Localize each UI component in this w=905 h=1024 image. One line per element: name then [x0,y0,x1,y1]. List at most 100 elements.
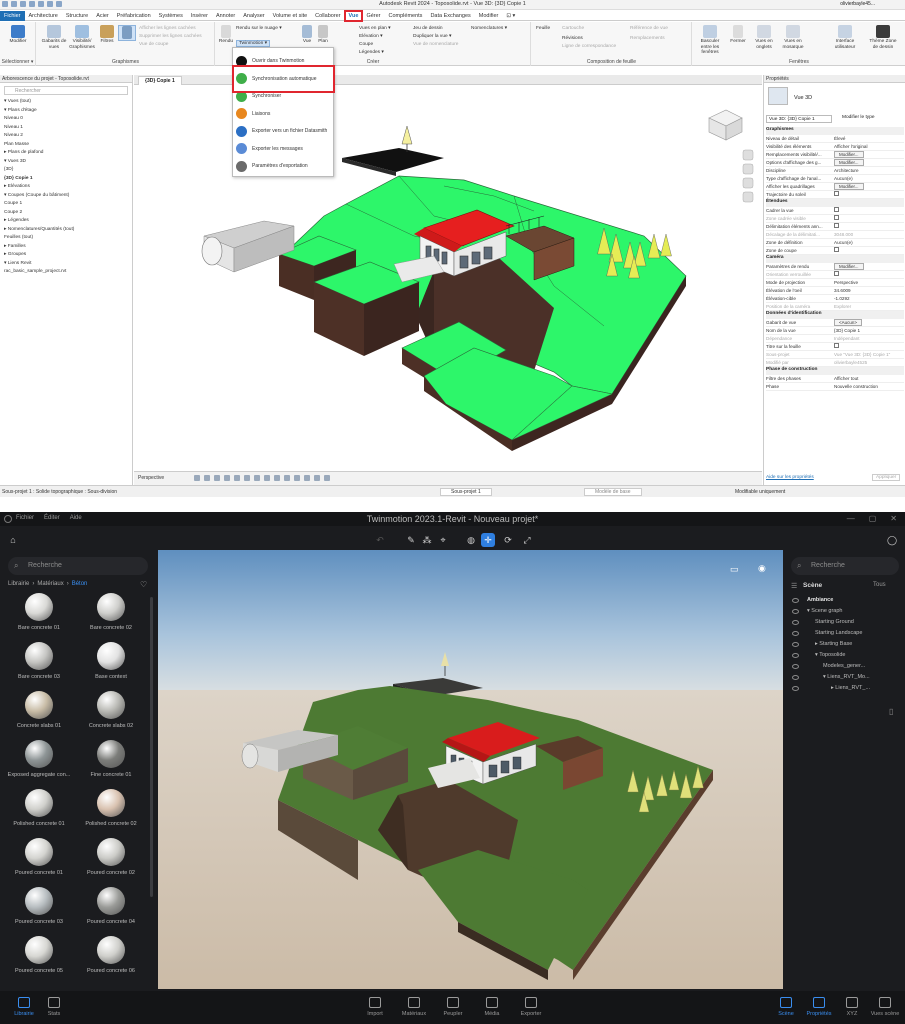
move-icon[interactable]: ✛ [481,533,495,547]
menu-item-6[interactable]: Paramètres d'exportation [236,159,308,173]
pan-icon[interactable] [742,191,754,203]
property-section[interactable]: Données d'identification [766,311,904,319]
view-control-icon[interactable] [274,475,280,481]
legends-button[interactable]: Légendes ▾ [359,50,384,55]
material-card[interactable]: Exposed aggregate con... [4,740,74,778]
visibility-graphics-button[interactable]: Visibilité/ Graphismes [69,25,95,50]
property-edit-button[interactable]: Modifier... [834,262,864,271]
bottom-button-Média[interactable]: Média [472,997,512,1017]
property-value[interactable]: Afficher l'original [834,144,904,149]
bottom-button-Stats[interactable]: Stats [34,997,74,1017]
picker-icon[interactable]: ⌖ [436,533,450,547]
menu-item-4[interactable]: Exporter vers un fichier Datasmith [236,124,327,138]
property-row[interactable]: Paramètres de rendu Modifier... [766,262,904,271]
cloud-render-button[interactable]: Rendu sur le nuage ▾ [236,26,282,31]
scene-node[interactable]: ▸ Starting Base [785,639,905,650]
property-value[interactable] [834,343,904,349]
property-value[interactable]: Architecture [834,168,904,173]
property-row[interactable]: Gabarit de vue <Aucun> [766,318,904,327]
bottom-button-Exporter[interactable]: Exporter [511,997,551,1017]
property-section[interactable]: Étendues [766,199,904,207]
scale-icon[interactable]: ⤢ [520,533,534,547]
tree-item[interactable]: Niveau 0 [4,115,132,124]
scatter-icon[interactable]: ⁂ [420,533,434,547]
visibility-eye-icon[interactable] [792,664,799,669]
tile-views-button[interactable]: Vues en mosaïque [779,25,807,50]
view-cube[interactable] [708,109,743,141]
checkbox[interactable] [834,207,839,213]
filters-button[interactable]: Filtres [97,25,117,45]
tree-item[interactable]: ▾ Vues 3D [4,158,132,167]
view-control-icon[interactable] [314,475,320,481]
cut-profile[interactable]: Vue de coupe [139,42,168,47]
property-section[interactable]: Caméra [766,255,904,263]
property-row[interactable]: Orientation verrouillée [766,271,904,279]
visibility-icon[interactable]: ◉ [758,563,766,574]
twinmotion-dropdown[interactable]: Twinmotion ▾ [236,40,271,47]
scene-node[interactable]: Modeles_gener... [785,661,905,672]
view-button[interactable]: Vue [300,25,314,45]
property-value[interactable]: <Aucun> [834,318,904,327]
property-section[interactable]: Phase de construction [766,367,904,375]
replacements-button[interactable]: Remplacements [630,36,665,41]
apply-button[interactable]: Appliquer [872,474,901,481]
scene-graph-tree[interactable]: Ambiance ▾ Scene graph Starting Ground Star… [785,595,905,715]
property-row[interactable]: Nom de la vue {3D} Copie 1 [766,327,904,335]
property-row[interactable]: Niveau de détail Élevé [766,135,904,143]
property-row[interactable]: Filtre des phases Afficher tout [766,375,904,383]
ribbon-tab-14[interactable]: Data Exchanges [426,11,474,21]
property-row[interactable]: Sous-projet Vue "Vue 3D: {3D} Copie 1" [766,351,904,359]
checkbox[interactable] [834,247,839,253]
property-row[interactable]: Modifié par olivierbayle4525 [766,359,904,367]
property-row[interactable]: Phase Nouvelle construction [766,383,904,391]
paint-icon[interactable]: ✎ [404,533,418,547]
canvas-theme-button[interactable]: Thème Zone de dessin [867,25,899,50]
material-card[interactable]: Concrete slabs 01 [4,691,74,729]
material-card[interactable]: Poured concrete 02 [76,838,146,876]
material-card[interactable]: Fine concrete 01 [76,740,146,778]
tree-item[interactable]: {3D} [4,166,132,175]
property-value[interactable] [834,223,904,229]
property-value[interactable]: Modifier... [834,262,904,271]
panel-toggle-icon[interactable]: ▯ [889,707,893,716]
material-card[interactable]: Base context [76,642,146,680]
properties-grid[interactable]: Graphismes Niveau de détail Élevé Visibilit… [764,127,905,472]
checkbox[interactable] [834,191,839,197]
ribbon-tab-7[interactable]: Annoter [212,11,239,21]
property-value[interactable]: Modifier... [834,150,904,159]
tab-views-button[interactable]: Vues en onglets [751,25,777,50]
view-tab[interactable]: {3D} Copie 1 [138,76,182,85]
property-value[interactable]: 3048.000 [834,232,904,237]
menu-item-5[interactable]: Exporter les messages [236,142,303,156]
property-value[interactable]: Aucun(e) [834,240,904,245]
ribbon-tab-15[interactable]: Modifier [475,11,503,21]
scene-node[interactable]: ▸ Liens_RVT_... [785,683,905,694]
material-card[interactable]: Polished concrete 02 [76,789,146,827]
property-row[interactable]: Afficher les quadrillages Modifier... [766,182,904,191]
ribbon-tab-8[interactable]: Analyser [239,11,268,21]
breadcrumb-materials[interactable]: Matériaux [37,581,63,587]
view-control-icon[interactable] [234,475,240,481]
material-card[interactable]: Bare concrete 03 [4,642,74,680]
visibility-eye-icon[interactable] [792,642,799,647]
ribbon-tab-6[interactable]: Insérer [187,11,212,21]
tree-item[interactable]: ▾ Coupes (Coupe du bâtiment) [4,192,132,201]
tree-item[interactable]: ▸ Nomenclatures/Quantités (tout) [4,226,132,235]
view-control-icon[interactable] [204,475,210,481]
property-row[interactable]: Zone de définition Aucun(e) [766,239,904,247]
revit-3d-canvas[interactable] [134,86,762,470]
property-value[interactable] [834,207,904,213]
visibility-eye-icon[interactable] [792,686,799,691]
view-control-icon[interactable] [304,475,310,481]
checkbox[interactable] [834,343,839,349]
property-value[interactable]: Modifier... [834,182,904,191]
undo-icon[interactable]: ↶ [373,533,387,547]
property-value[interactable]: Nouvelle construction [834,384,904,389]
property-value[interactable]: Afficher tout [834,376,904,381]
twinmotion-viewport[interactable]: ▭ ◉ [158,550,783,989]
ribbon-tab-10[interactable]: Collaborer [311,11,344,21]
bottom-button-Import[interactable]: Import [355,997,395,1017]
view-control-icon[interactable] [294,475,300,481]
view-control-icon[interactable] [224,475,230,481]
material-card[interactable]: Polished concrete 01 [4,789,74,827]
